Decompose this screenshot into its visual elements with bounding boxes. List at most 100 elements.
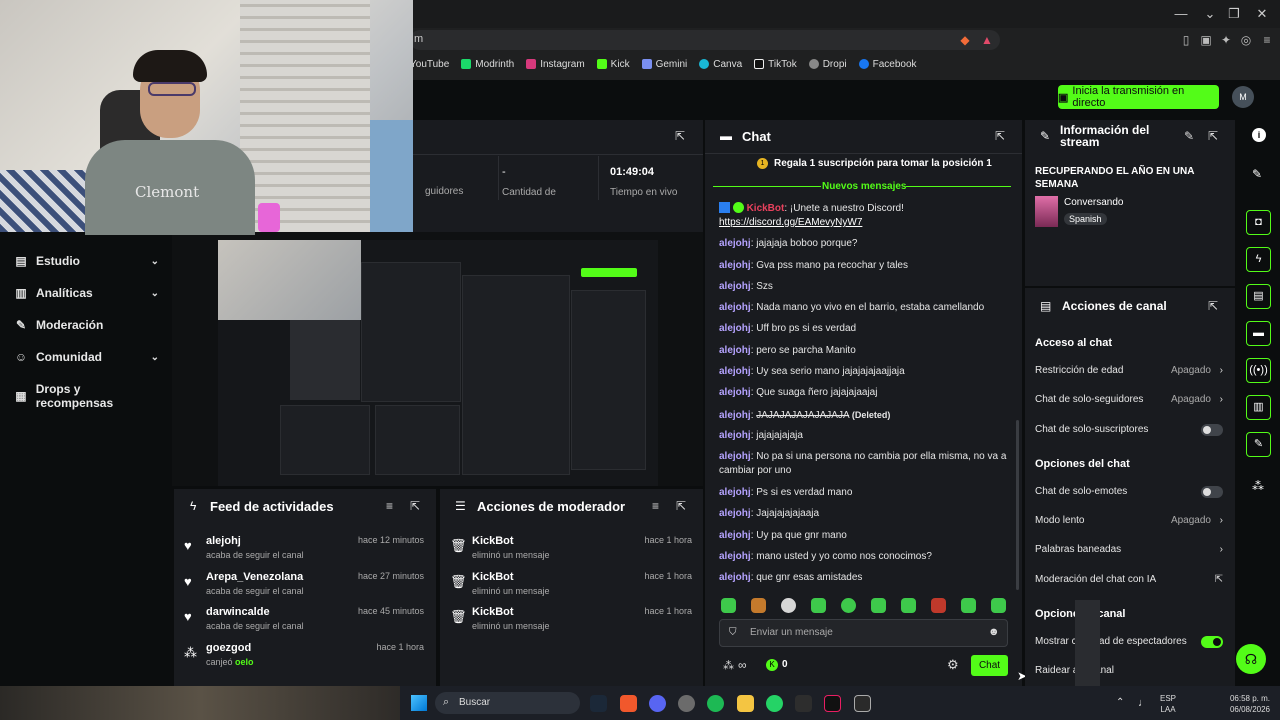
bookmark-youtube[interactable]: YouTube — [410, 59, 449, 70]
minimize-icon[interactable]: — — [1171, 6, 1191, 22]
rail-chat-button[interactable]: ▬ — [1246, 321, 1271, 346]
rail-camera-button[interactable]: ◘ — [1246, 210, 1271, 235]
emote-icon[interactable] — [751, 598, 766, 613]
rail-broadcast-button[interactable]: ((•)) — [1246, 358, 1271, 383]
slow-mode-row[interactable]: Modo lento Apagado › — [1035, 515, 1225, 526]
discord-link[interactable]: https://discord.gg/EAMevyNyW7 — [719, 217, 862, 228]
epic-games-icon[interactable] — [854, 695, 871, 712]
send-chat-button[interactable]: Chat — [971, 655, 1008, 676]
feed-item: ♥ Arepa_Venezolana acaba de seguir el ca… — [184, 571, 424, 596]
sidebar-item-comunidad[interactable]: ☺ Comunidad ⌄ — [14, 350, 159, 364]
windows-start-icon[interactable] — [411, 695, 427, 711]
community-icon[interactable]: ⁂ — [1252, 479, 1264, 493]
restore-icon[interactable]: ❐ — [1224, 6, 1244, 22]
support-icon[interactable]: ☊ — [1236, 644, 1266, 674]
language-indicator[interactable]: ESP LAA — [1160, 693, 1176, 715]
emote-icon[interactable] — [841, 598, 856, 613]
subs-only-toggle[interactable] — [1201, 424, 1223, 436]
rail-lightning-button[interactable]: ϟ — [1246, 247, 1271, 272]
user-avatar[interactable]: M — [1232, 86, 1254, 108]
close-icon[interactable]: ✕ — [1252, 6, 1272, 22]
bookmark-instagram[interactable]: Instagram — [526, 59, 585, 70]
filter-icon[interactable]: ≡ — [386, 499, 393, 513]
bookmark-facebook[interactable]: Facebook — [858, 59, 917, 70]
infinity-icon[interactable]: ∞ — [738, 658, 747, 672]
mod-action-item: 🗑 KickBot eliminó un mensaje hace 1 hora — [450, 571, 692, 596]
chat-message: alejohj: pero se parcha Manito — [719, 345, 856, 356]
bookmark-tiktok[interactable]: TikTok — [754, 59, 797, 70]
capcut-icon[interactable] — [795, 695, 812, 712]
sidebar-toggle-icon[interactable]: ▯ — [1179, 33, 1193, 47]
bookmark-gemini[interactable]: Gemini — [641, 59, 687, 70]
age-restriction-row[interactable]: Restricción de edad Apagado › — [1035, 365, 1225, 376]
chat-scrollbar[interactable] — [1016, 420, 1019, 590]
discord-icon[interactable] — [649, 695, 666, 712]
emote-icon[interactable] — [961, 598, 976, 613]
brave-icon[interactable] — [620, 695, 637, 712]
sidebar-item-estudio[interactable]: ▤ Estudio ⌄ — [14, 254, 159, 268]
edit-icon[interactable]: ✎ — [1252, 167, 1262, 181]
microphone-icon[interactable]: ♩ — [1138, 697, 1149, 709]
emote-icon[interactable] — [871, 598, 886, 613]
emote-icon[interactable] — [991, 598, 1006, 613]
leo-icon[interactable]: ✦ — [1219, 33, 1233, 47]
emotes-only-toggle[interactable] — [1201, 486, 1223, 498]
emote-icon[interactable] — [721, 598, 736, 613]
brave-rewards-icon[interactable]: ▲ — [980, 33, 994, 47]
steam-icon[interactable] — [590, 695, 607, 712]
ai-moderation-row[interactable]: Moderación del chat con IA ⇱ — [1035, 574, 1225, 585]
bookmark-canva[interactable]: Canva — [699, 59, 742, 70]
whatsapp-icon[interactable] — [766, 695, 783, 712]
tiktok-icon[interactable] — [824, 695, 841, 712]
gear-icon[interactable]: ⚙ — [947, 657, 959, 673]
language-tag: Spanish — [1064, 213, 1107, 225]
gift-banner[interactable]: Regala 1 suscripción para tomar la posic… — [774, 158, 992, 169]
followers-only-row[interactable]: Chat de solo-seguidores Apagado › — [1035, 394, 1225, 405]
emote-icon[interactable] — [781, 598, 796, 613]
chevron-up-icon[interactable]: ⌃ — [1116, 697, 1124, 708]
vpn-icon[interactable]: ◎ — [1239, 33, 1253, 47]
popout-icon[interactable]: ⇱ — [1208, 299, 1218, 313]
show-viewers-toggle[interactable] — [1201, 636, 1223, 648]
taskbar-search[interactable]: ⌕ Buscar — [435, 692, 580, 714]
popout-icon[interactable]: ⇱ — [410, 499, 420, 513]
file-explorer-icon[interactable] — [737, 695, 754, 712]
info-icon[interactable]: i — [1252, 128, 1266, 142]
search-icon: ⌕ — [443, 696, 450, 708]
emoji-icon[interactable]: ☻ — [988, 626, 1000, 638]
address-bar[interactable]: m — [410, 30, 1000, 50]
bookmark-dropi[interactable]: Dropi — [808, 59, 847, 70]
rail-layout-button[interactable]: ▥ — [1246, 395, 1271, 420]
sidebar-item-drops[interactable]: ▦ Drops y recompensas — [14, 382, 159, 410]
chevron-down-icon[interactable]: ⌄ — [1200, 6, 1220, 22]
bookmark-kick[interactable]: Kick — [596, 59, 630, 70]
chatgpt-icon[interactable] — [678, 695, 695, 712]
popout-icon[interactable]: ⇱ — [676, 499, 686, 513]
edit-icon[interactable]: ✎ — [1184, 129, 1194, 143]
brave-shield-icon[interactable]: ◆ — [958, 33, 972, 47]
filter-icon[interactable]: ≡ — [652, 499, 659, 513]
wallet-icon[interactable]: ▣ — [1199, 33, 1213, 47]
chat-input[interactable]: ⛉ Enviar un mensaje ☻ — [719, 619, 1008, 647]
emote-icon[interactable] — [931, 598, 946, 613]
emote-icon[interactable] — [811, 598, 826, 613]
sidebar-item-moderacion[interactable]: ✎ Moderación — [14, 318, 159, 332]
popout-icon[interactable]: ⇱ — [995, 129, 1005, 143]
bookmark-modrinth[interactable]: Modrinth — [461, 59, 514, 70]
community-icon[interactable]: ⁂ — [723, 659, 734, 672]
rail-document-button[interactable]: ▤ — [1246, 284, 1271, 309]
spotify-icon[interactable] — [707, 695, 724, 712]
mod-action-item: 🗑 KickBot eliminó un mensaje hace 1 hora — [450, 606, 692, 631]
sidebar-item-analiticas[interactable]: ▥ Analíticas ⌄ — [14, 286, 159, 300]
emote-icon[interactable] — [901, 598, 916, 613]
rail-wrench-button[interactable]: ✎ — [1246, 432, 1271, 457]
go-live-button[interactable]: ▣ Inicia la transmisión en directo — [1058, 85, 1219, 109]
banned-words-row[interactable]: Palabras baneadas › — [1035, 544, 1225, 555]
subs-only-row: Chat de solo-suscriptores — [1035, 424, 1149, 435]
chat-message: alejohj: Gva pss mano pa recochar y tale… — [719, 260, 908, 271]
popout-icon[interactable]: ⇱ — [1208, 129, 1218, 143]
popout-icon[interactable]: ⇱ — [675, 129, 685, 143]
clock[interactable]: 06:58 p. m. 06/08/2026 — [1226, 693, 1270, 715]
raid-row[interactable]: Raidear a anal — [1035, 665, 1225, 676]
menu-icon[interactable]: ≡ — [1260, 33, 1274, 47]
